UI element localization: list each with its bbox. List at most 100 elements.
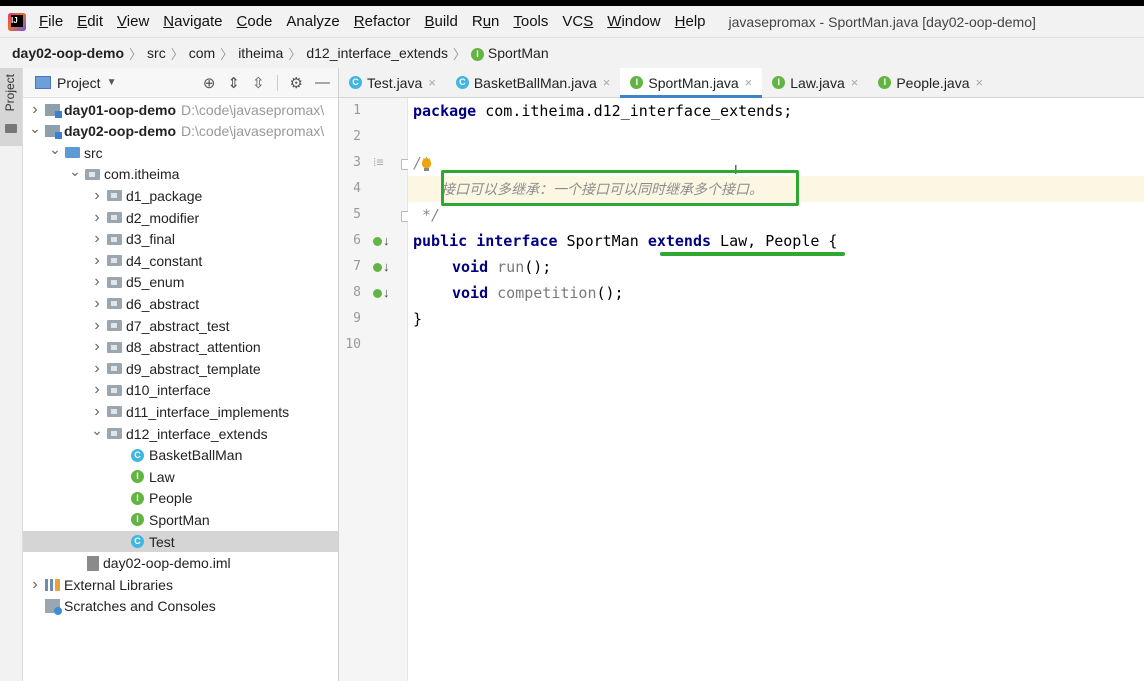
menu-navigate[interactable]: Navigate [156, 13, 229, 30]
chevron-right-icon[interactable]: › [91, 209, 103, 227]
tree-item-d9-abstract-template[interactable]: › d9_abstract_template [23, 358, 338, 379]
tree-item-d2-modifier[interactable]: › d2_modifier [23, 207, 338, 228]
libraries-icon [45, 578, 60, 591]
chevron-right-icon[interactable]: › [91, 360, 103, 378]
chevron-right-icon[interactable]: › [91, 381, 103, 399]
tree-item-d11-interface-implements[interactable]: › d11_interface_implements [23, 401, 338, 422]
tree-item-d6-abstract[interactable]: › d6_abstract [23, 293, 338, 314]
gear-icon[interactable]: ⚙ [290, 74, 303, 92]
menu-tools[interactable]: Tools [506, 13, 555, 30]
line-number: 8 [353, 285, 361, 300]
chevron-right-icon[interactable]: › [29, 576, 41, 594]
chevron-down-icon[interactable]: ⌄ [29, 120, 41, 137]
tree-item-com-itheima[interactable]: ⌄ com.itheima [23, 163, 338, 185]
tab-sportman-java[interactable]: I SportMan.java × [620, 68, 763, 98]
comment-close: */ [413, 206, 441, 224]
chevron-right-icon[interactable]: › [91, 317, 103, 335]
tree-item-label: d4_constant [126, 252, 203, 269]
tree-item-people[interactable]: I People [23, 488, 338, 509]
close-icon[interactable]: × [851, 75, 859, 90]
menu-vcs[interactable]: VCS [555, 13, 600, 30]
iml-file-icon [87, 555, 99, 571]
tree-item-d5-enum[interactable]: › d5_enum [23, 272, 338, 293]
implemented-by-gutter-icon[interactable]: ↓ [373, 285, 391, 301]
tree-item-basketballman[interactable]: C BasketBallMan [23, 445, 338, 466]
tree-item-src[interactable]: ⌄ src [23, 141, 338, 163]
implemented-by-gutter-icon[interactable]: ↓ [373, 259, 391, 275]
documentation-toggle-icon[interactable]: ⁞≡ [373, 155, 384, 170]
tree-item-law[interactable]: I Law [23, 466, 338, 487]
tree-item-sportman[interactable]: I SportMan [23, 509, 338, 530]
project-panel-title[interactable]: Project [57, 75, 101, 91]
tree-item-d8-abstract-attention[interactable]: › d8_abstract_attention [23, 337, 338, 358]
close-icon[interactable]: × [745, 75, 753, 90]
project-tool-tab[interactable]: Project [0, 68, 22, 146]
chevron-down-icon[interactable]: ⌄ [91, 422, 103, 439]
line-number: 6 [353, 233, 361, 248]
tree-item-day02-oop-demo-iml[interactable]: day02-oop-demo.iml [23, 553, 338, 574]
tree-item-day01-oop-demo[interactable]: › day01-oop-demo D:\code\javasepromax\ [23, 99, 338, 120]
chevron-right-icon[interactable]: › [91, 252, 103, 270]
breadcrumb-file[interactable]: I SportMan [467, 45, 553, 61]
breadcrumb-com[interactable]: com [185, 45, 219, 61]
lightbulb-icon[interactable] [422, 158, 431, 168]
chevron-right-icon: 〉 [129, 46, 143, 62]
tree-item-d4-constant[interactable]: › d4_constant [23, 250, 338, 271]
breadcrumb-itheima[interactable]: itheima [234, 45, 287, 61]
project-panel-header: Project ▼ ⊕ ⇕ ⇳ ⚙ — [23, 68, 338, 98]
breadcrumb-src[interactable]: src [143, 45, 170, 61]
tab-people-java[interactable]: I People.java × [868, 68, 993, 97]
chevron-right-icon[interactable]: › [29, 101, 41, 119]
breadcrumb: day02-oop-demo 〉 src 〉 com 〉 itheima 〉 d… [0, 37, 1144, 69]
close-icon[interactable]: × [976, 75, 984, 90]
tree-item-d7-abstract-test[interactable]: › d7_abstract_test [23, 315, 338, 336]
chevron-right-icon[interactable]: › [91, 187, 103, 205]
module-path: D:\code\javasepromax\ [181, 123, 325, 140]
menu-refactor[interactable]: Refactor [347, 13, 418, 30]
package-icon [107, 276, 122, 288]
menu-view[interactable]: View [110, 13, 156, 30]
tree-item-d1-package[interactable]: › d1_package [23, 185, 338, 206]
menu-file[interactable]: File [32, 13, 70, 30]
breadcrumb-package[interactable]: d12_interface_extends [302, 45, 452, 61]
chevron-down-icon[interactable]: ⌄ [49, 141, 61, 158]
tree-item-test[interactable]: C Test [23, 531, 338, 552]
breadcrumb-project[interactable]: day02-oop-demo [0, 45, 128, 61]
tree-item-label: d5_enum [126, 274, 185, 291]
menu-run[interactable]: Run [465, 13, 507, 30]
tree-item-d10-interface[interactable]: › d10_interface [23, 380, 338, 401]
menu-edit[interactable]: Edit [70, 13, 110, 30]
tree-item-d12-interface-extends[interactable]: ⌄ d12_interface_extends [23, 422, 338, 444]
close-icon[interactable]: × [603, 75, 611, 90]
chevron-down-icon[interactable]: ⌄ [69, 163, 81, 180]
chevron-right-icon[interactable]: › [91, 403, 103, 421]
dropdown-caret-icon[interactable]: ▼ [107, 77, 117, 88]
collapse-all-icon[interactable]: ⇳ [252, 74, 265, 92]
tab-law-java[interactable]: I Law.java × [762, 68, 868, 97]
tree-item-external-libraries[interactable]: › External Libraries [23, 574, 338, 595]
chevron-right-icon[interactable]: › [91, 338, 103, 356]
tree-item-day02-oop-demo[interactable]: ⌄ day02-oop-demo D:\code\javasepromax\ [23, 120, 338, 142]
code-line-1: package com.itheima.d12_interface_extend… [408, 98, 1144, 124]
chevron-right-icon[interactable]: › [91, 230, 103, 248]
menu-window[interactable]: Window [600, 13, 667, 30]
implemented-by-gutter-icon[interactable]: ↓ [373, 233, 391, 249]
tab-test-java[interactable]: C Test.java × [339, 68, 446, 97]
menu-help[interactable]: Help [668, 13, 713, 30]
interface-name: SportMan [557, 232, 648, 250]
menu-build[interactable]: Build [417, 13, 464, 30]
chevron-right-icon[interactable]: › [91, 273, 103, 291]
locate-target-icon[interactable]: ⊕ [203, 74, 216, 92]
class-icon: C [131, 535, 144, 548]
package-icon [107, 212, 122, 223]
tree-item-scratches-and-consoles[interactable]: Scratches and Consoles [23, 596, 338, 617]
tree-item-d3-final[interactable]: › d3_final [23, 229, 338, 250]
chevron-right-icon[interactable]: › [91, 295, 103, 313]
expand-all-icon[interactable]: ⇕ [227, 74, 240, 92]
menu-code[interactable]: Code [230, 13, 280, 30]
minimize-icon[interactable]: — [315, 74, 330, 91]
package-icon [107, 428, 122, 439]
close-icon[interactable]: × [428, 75, 436, 90]
menu-analyze[interactable]: Analyze [279, 13, 346, 30]
tab-basketballman-java[interactable]: C BasketBallMan.java × [446, 68, 621, 97]
